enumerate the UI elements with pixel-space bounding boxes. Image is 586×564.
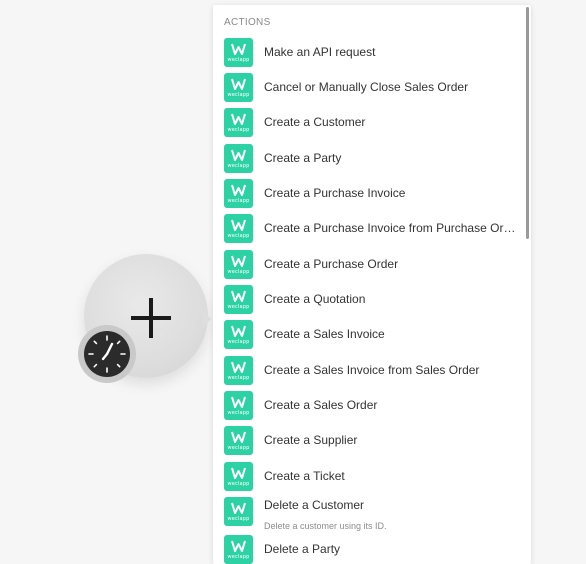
weclapp-logo-icon: weclapp: [224, 214, 253, 243]
icon-caption: weclapp: [227, 339, 250, 345]
scrollbar[interactable]: [526, 7, 529, 239]
action-item[interactable]: weclapp Create a Ticket: [213, 460, 525, 494]
action-item[interactable]: weclapp Create a Purchase Invoice from Pu…: [213, 212, 525, 246]
icon-caption: weclapp: [227, 163, 250, 169]
icon-caption: weclapp: [227, 233, 250, 239]
weclapp-logo-icon: weclapp: [224, 250, 253, 279]
action-item-label: Create a Customer: [264, 115, 366, 129]
action-item[interactable]: weclapp Create a Supplier: [213, 424, 525, 458]
weclapp-logo-icon: weclapp: [224, 426, 253, 455]
icon-caption: weclapp: [227, 127, 250, 133]
action-item[interactable]: weclapp Delete a Party: [213, 533, 525, 564]
weclapp-logo-icon: weclapp: [224, 462, 253, 491]
action-item-description: Delete a customer using its ID.: [264, 521, 387, 531]
icon-caption: weclapp: [227, 445, 250, 451]
action-item-label: Make an API request: [264, 45, 376, 59]
action-item-label: Create a Sales Invoice: [264, 327, 385, 341]
weclapp-logo-icon: weclapp: [224, 38, 253, 67]
weclapp-logo-icon: weclapp: [224, 391, 253, 420]
action-item[interactable]: weclapp Create a Sales Order: [213, 389, 525, 423]
weclapp-logo-icon: weclapp: [224, 179, 253, 208]
action-item-label: Create a Quotation: [264, 292, 366, 306]
plus-icon[interactable]: [131, 298, 171, 338]
action-item-label: Create a Ticket: [264, 469, 345, 483]
actions-dropdown[interactable]: ACTIONS weclapp Make an API request weclap…: [213, 5, 531, 564]
action-item[interactable]: weclapp Create a Sales Invoice from Sales…: [213, 354, 525, 388]
weclapp-logo-icon: weclapp: [224, 144, 253, 173]
weclapp-logo-icon: weclapp: [224, 108, 253, 137]
action-item[interactable]: weclapp Create a Party: [213, 142, 525, 176]
action-item[interactable]: weclapp Create a Customer: [213, 106, 525, 140]
action-item-label: Create a Purchase Invoice: [264, 186, 406, 200]
add-module-node[interactable]: [78, 252, 218, 392]
weclapp-logo-icon: weclapp: [224, 73, 253, 102]
weclapp-logo-icon: weclapp: [224, 535, 253, 564]
action-item[interactable]: weclapp Make an API request: [213, 36, 525, 70]
icon-caption: weclapp: [227, 92, 250, 98]
action-item-label: Delete a Customer: [264, 498, 365, 512]
weclapp-logo-icon: weclapp: [224, 320, 253, 349]
schedule-badge[interactable]: [78, 325, 136, 383]
icon-caption: weclapp: [227, 269, 250, 275]
section-title: ACTIONS: [224, 17, 271, 28]
action-item-label: Create a Supplier: [264, 433, 358, 447]
clock-icon: [84, 331, 130, 377]
icon-caption: weclapp: [227, 198, 250, 204]
icon-caption: weclapp: [227, 57, 250, 63]
action-item-label: Create a Purchase Invoice from Purchase …: [264, 221, 519, 235]
action-item[interactable]: weclapp Create a Purchase Invoice: [213, 177, 525, 211]
action-item[interactable]: weclapp Delete a Customer Delete a custome…: [213, 495, 525, 531]
action-item[interactable]: weclapp Cancel or Manually Close Sales Or…: [213, 71, 525, 105]
weclapp-logo-icon: weclapp: [224, 356, 253, 385]
action-item[interactable]: weclapp Create a Sales Invoice: [213, 318, 525, 352]
icon-caption: weclapp: [227, 481, 250, 487]
pointer-arrow: [202, 310, 211, 328]
action-item-label: Create a Purchase Order: [264, 257, 399, 271]
weclapp-logo-icon: weclapp: [224, 497, 253, 526]
weclapp-logo-icon: weclapp: [224, 285, 253, 314]
action-item[interactable]: weclapp Create a Purchase Order: [213, 248, 525, 282]
icon-caption: weclapp: [227, 554, 250, 560]
action-item-label: Cancel or Manually Close Sales Order: [264, 80, 469, 94]
action-item-label: Create a Party: [264, 151, 342, 165]
scenario-canvas[interactable]: ACTIONS weclapp Make an API request weclap…: [0, 0, 586, 564]
action-item[interactable]: weclapp Create a Quotation: [213, 283, 525, 317]
action-item-label: Create a Sales Invoice from Sales Order: [264, 363, 480, 377]
action-item-label: Delete a Party: [264, 542, 341, 556]
icon-caption: weclapp: [227, 304, 250, 310]
action-item-label: Create a Sales Order: [264, 398, 378, 412]
icon-caption: weclapp: [227, 516, 250, 522]
icon-caption: weclapp: [227, 410, 250, 416]
icon-caption: weclapp: [227, 375, 250, 381]
